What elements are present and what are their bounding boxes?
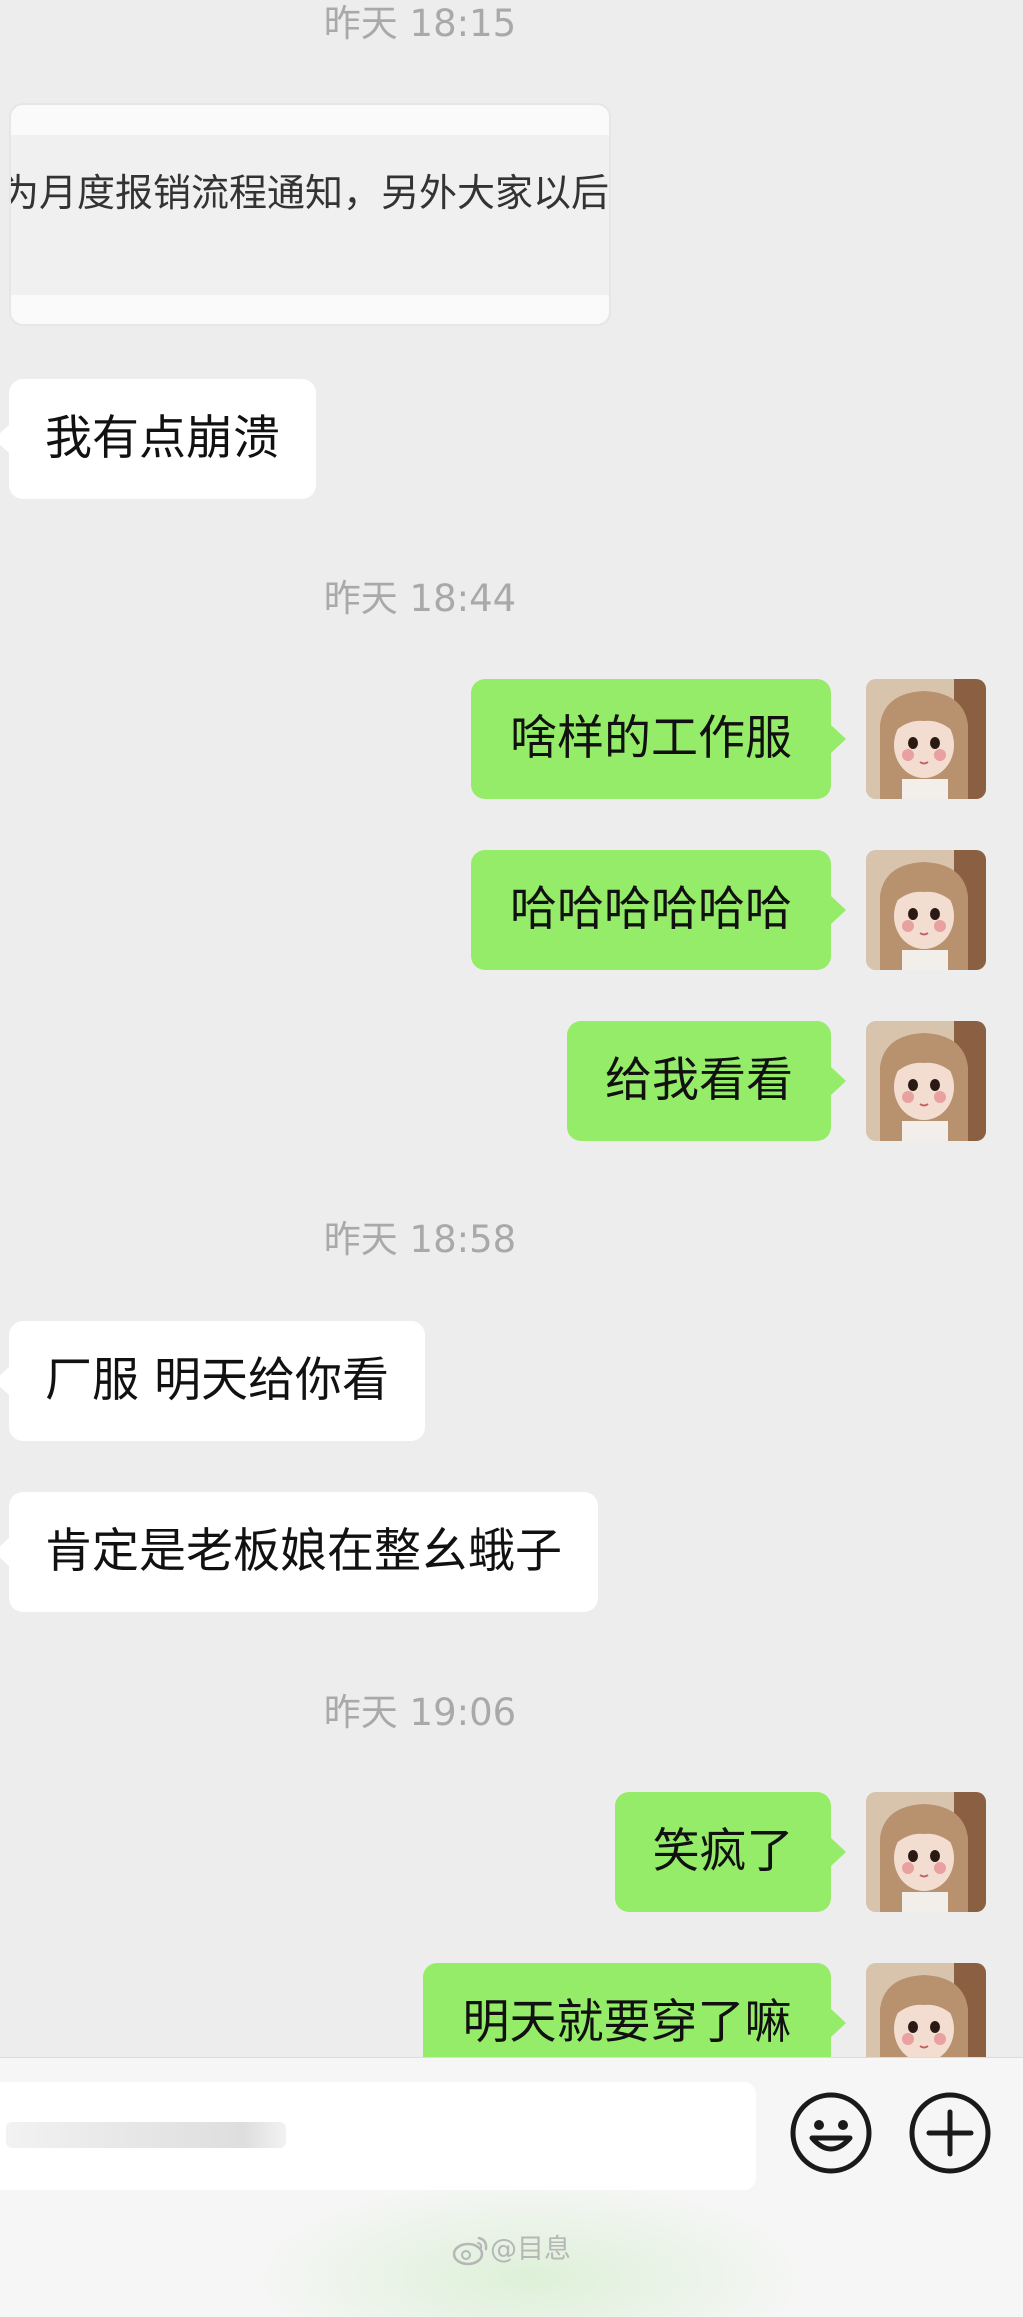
watermark: @目息 (452, 2230, 571, 2270)
document-preview-card[interactable]: 为月度报销流程通知，另外大家以后 (9, 103, 611, 326)
blurred-draft-text (6, 2122, 286, 2148)
timestamp: 昨天 18:58 (323, 1218, 517, 1261)
message-input[interactable] (0, 2082, 756, 2190)
chat-screen: 昨天 18:15 为月度报销流程通知，另外大家以后 我有点崩溃 昨天 18:44… (0, 0, 1023, 2317)
avatar[interactable] (866, 1792, 986, 1912)
message-bubble-incoming[interactable]: 厂服 明天给你看 (0, 1321, 425, 1441)
message-bubble-incoming[interactable]: 我有点崩溃 (0, 379, 316, 499)
avatar[interactable] (866, 679, 986, 799)
doll-avatar-icon (866, 679, 986, 799)
timestamp: 昨天 18:15 (323, 2, 517, 45)
doll-avatar-icon (866, 1021, 986, 1141)
emoji-icon (790, 2092, 872, 2174)
message-bubble-outgoing[interactable]: 笑疯了 (615, 1792, 846, 1912)
timestamp: 昨天 19:06 (323, 1691, 517, 1734)
plus-button[interactable] (907, 2090, 993, 2176)
doll-avatar-icon (866, 1792, 986, 1912)
timestamp: 昨天 18:44 (323, 577, 517, 620)
avatar[interactable] (866, 850, 986, 970)
message-bubble-incoming[interactable]: 肯定是老板娘在整幺蛾子 (0, 1492, 598, 1612)
watermark-text: @目息 (490, 2234, 571, 2265)
input-bar (0, 2057, 1023, 2317)
avatar[interactable] (866, 1021, 986, 1141)
emoji-button[interactable] (788, 2090, 874, 2176)
doll-avatar-icon (866, 850, 986, 970)
weibo-icon (452, 2236, 488, 2266)
plus-icon (909, 2092, 991, 2174)
message-bubble-outgoing[interactable]: 啥样的工作服 (471, 679, 846, 799)
message-bubble-outgoing[interactable]: 哈哈哈哈哈哈 (471, 850, 846, 970)
document-preview-text: 为月度报销流程通知，另外大家以后 (9, 171, 610, 215)
message-bubble-outgoing[interactable]: 给我看看 (567, 1021, 846, 1141)
